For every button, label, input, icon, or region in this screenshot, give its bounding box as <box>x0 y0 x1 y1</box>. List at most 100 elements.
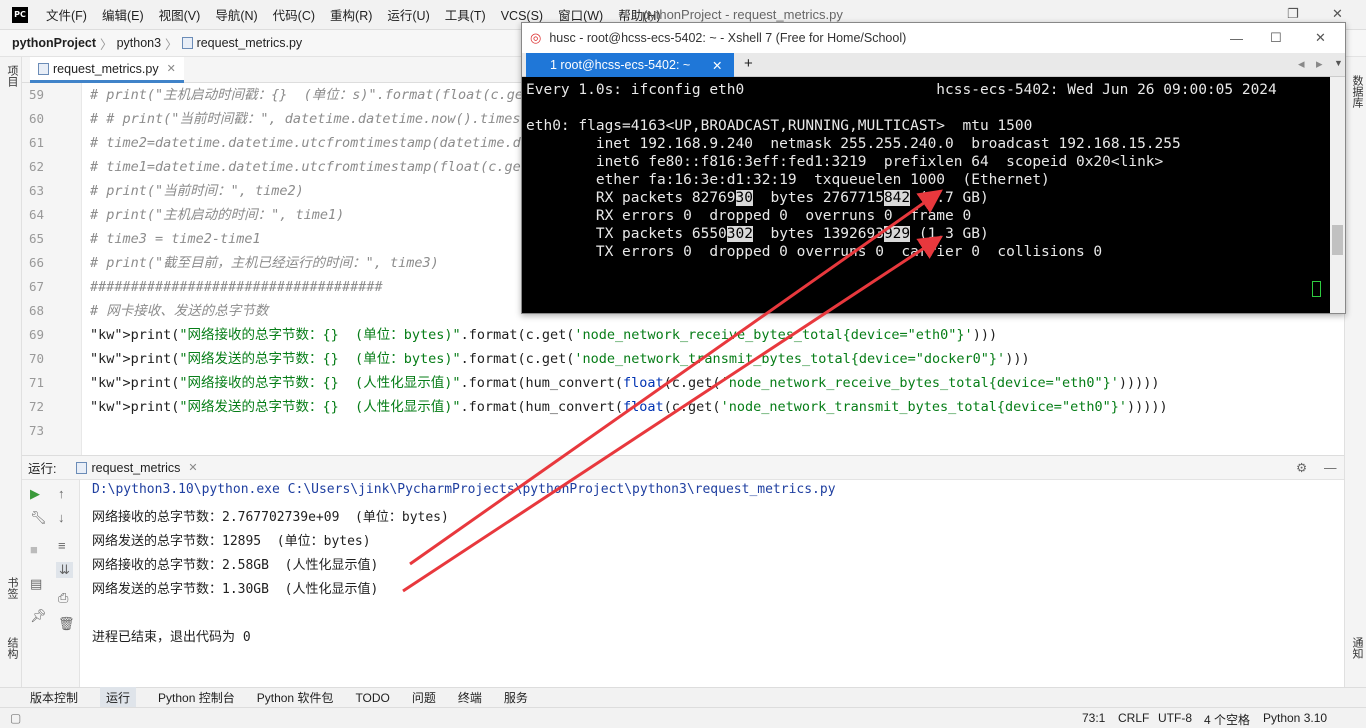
menu-item[interactable]: 视图(V) <box>159 9 201 23</box>
run-label: 运行: <box>28 462 57 476</box>
project-tool-tab[interactable]: 项目 <box>4 65 20 87</box>
trash-icon[interactable]: 🗑︎ <box>58 616 75 632</box>
up-arrow-icon[interactable]: ↑ <box>58 486 65 501</box>
tab-prev-icon[interactable]: ◂ <box>1298 56 1305 72</box>
run-config-tab[interactable]: request_metrics <box>91 461 180 475</box>
breadcrumb-folder[interactable]: python3 <box>117 36 161 50</box>
terminal-line: eth0: flags=4163<UP,BROADCAST,RUNNING,MU… <box>526 118 1033 134</box>
right-tool-strip: 数据库 通知 <box>1344 57 1366 687</box>
xshell-window[interactable]: ◎ husc - root@hcss-ecs-5402: ~ - Xshell … <box>521 22 1346 314</box>
bottom-tab[interactable]: 问题 <box>412 689 436 706</box>
xshell-tab-close-icon[interactable]: ✕ <box>712 58 722 73</box>
bottom-tab[interactable]: TODO <box>355 691 389 705</box>
code-line[interactable]: "kw">print("网络发送的总字节数：{} (单位：bytes)".for… <box>90 347 1030 371</box>
line-number: 59 <box>28 87 44 102</box>
window-title: pythonProject - request_metrics.py <box>642 7 843 22</box>
menu-item[interactable]: 文件(F) <box>46 9 87 23</box>
bottom-tab[interactable]: 服务 <box>504 689 528 706</box>
indent-setting[interactable]: 4 个空格 <box>1204 711 1250 728</box>
bookmarks-tool-tab[interactable]: 书签 <box>4 577 20 599</box>
rerun-icon[interactable]: ▶ <box>30 486 40 502</box>
structure-tool-tab[interactable]: 结构 <box>4 637 20 659</box>
menu-item[interactable]: 工具(T) <box>445 9 486 23</box>
terminal-line: TX errors 0 dropped 0 overruns 0 carrier… <box>526 244 1103 260</box>
bottom-tab[interactable]: 终端 <box>458 689 482 706</box>
terminal-line: RX packets 8276930 bytes 2767715842 (2.7… <box>526 190 989 206</box>
line-number: 71 <box>28 375 44 390</box>
database-tool-tab[interactable]: 数据库 <box>1349 75 1365 108</box>
print-icon[interactable]: ⎙ <box>58 590 68 606</box>
pycharm-logo-icon: PC <box>12 6 28 23</box>
code-line[interactable]: "kw">print("网络发送的总字节数：{} (人性化显示值)".forma… <box>90 395 1168 419</box>
menu-item[interactable]: VCS(S) <box>501 9 543 23</box>
code-line[interactable]: # print("主机启动的时间：", time1) <box>90 203 344 227</box>
code-line[interactable]: # print("当前时间：", time2) <box>90 179 304 203</box>
xshell-title: husc - root@hcss-ecs-5402: ~ - Xshell 7 … <box>549 31 907 45</box>
stop-icon[interactable]: ■ <box>30 542 38 557</box>
xshell-maximize-icon[interactable]: ☐ <box>1270 30 1282 46</box>
wrench-icon[interactable]: 🔧︎ <box>30 510 47 526</box>
interpreter[interactable]: Python 3.10 <box>1263 711 1327 725</box>
left-tool-strip: 项目 书签 结构 <box>0 57 22 687</box>
editor-tab[interactable]: request_metrics.py ✕ <box>30 57 184 83</box>
line-number: 73 <box>28 423 44 438</box>
line-separator[interactable]: CRLF <box>1118 711 1149 725</box>
python-file-icon <box>38 62 49 75</box>
close-tab-icon[interactable]: ✕ <box>167 62 176 75</box>
xshell-minimize-icon[interactable]: — <box>1230 31 1243 46</box>
menu-item[interactable]: 重构(R) <box>330 9 372 23</box>
pin-icon[interactable]: 📌︎ <box>30 608 47 624</box>
code-line[interactable]: "kw">print("网络接收的总字节数：{} (单位：bytes)".for… <box>90 323 997 347</box>
line-number: 61 <box>28 135 44 150</box>
xshell-close-icon[interactable]: ✕ <box>1315 30 1326 46</box>
xshell-tab-label: 1 root@hcss-ecs-5402: ~ <box>550 58 691 72</box>
new-tab-icon[interactable]: + <box>744 55 753 72</box>
close-run-tab-icon[interactable]: ✕ <box>188 461 197 474</box>
menu-item[interactable]: 编辑(E) <box>102 9 144 23</box>
terminal-scrollbar[interactable] <box>1330 77 1345 313</box>
bottom-tab[interactable]: 版本控制 <box>30 689 78 706</box>
editor-tab-label: request_metrics.py <box>53 61 159 76</box>
minimize-panel-icon[interactable]: — <box>1324 461 1337 475</box>
code-line[interactable]: # time3 = time2-time1 <box>90 227 261 251</box>
down-arrow-icon[interactable]: ↓ <box>58 510 65 525</box>
restore-icon[interactable]: ❐ <box>1287 6 1299 22</box>
scroll-to-end-icon[interactable]: ⇊ <box>56 562 73 578</box>
code-line[interactable]: # time2=datetime.datetime.utcfromtimesta… <box>90 131 594 155</box>
menu-item[interactable]: 导航(N) <box>215 9 257 23</box>
settings-icon[interactable]: ⚙ <box>1296 460 1307 475</box>
tab-next-icon[interactable]: ▸ <box>1316 56 1323 72</box>
breadcrumb-file[interactable]: request_metrics.py <box>197 36 303 50</box>
status-square-icon[interactable]: ▢ <box>10 711 21 725</box>
console-line: 网络发送的总字节数：1.30GB (人性化显示值) <box>92 582 379 597</box>
run-console[interactable]: D:\python3.10\python.exe C:\Users\jink\P… <box>82 480 1344 687</box>
bottom-tab[interactable]: Python 软件包 <box>257 689 334 706</box>
notifications-tool-tab[interactable]: 通知 <box>1349 637 1365 659</box>
menu-item[interactable]: 代码(C) <box>273 9 315 23</box>
layout-icon[interactable]: ▤ <box>30 576 42 592</box>
close-icon[interactable]: ✕ <box>1332 6 1343 22</box>
code-line[interactable]: # print("主机启动时间戳：{} (单位：s)".format(float… <box>90 83 539 107</box>
xshell-title-bar: ◎ husc - root@hcss-ecs-5402: ~ - Xshell … <box>522 23 1345 53</box>
terminal-line: TX packets 6550302 bytes 1392693929 (1.3… <box>526 226 989 242</box>
menu-item[interactable]: 窗口(W) <box>558 9 603 23</box>
console-line: 网络发送的总字节数：12895 (单位：bytes) <box>92 534 371 549</box>
bottom-tab[interactable]: Python 控制台 <box>158 689 235 706</box>
code-line[interactable]: "kw">print("网络接收的总字节数：{} (人性化显示值)".forma… <box>90 371 1160 395</box>
menu-item[interactable]: 运行(U) <box>387 9 429 23</box>
file-encoding[interactable]: UTF-8 <box>1158 711 1192 725</box>
code-line[interactable]: # 网卡接收、发送的总字节数 <box>90 299 268 323</box>
bottom-tab[interactable]: 运行 <box>100 687 137 708</box>
console-line: 网络接收的总字节数：2.767702739e+09 (单位：bytes) <box>92 510 449 525</box>
xshell-session-tab[interactable]: 1 root@hcss-ecs-5402: ~ ✕ <box>526 53 734 77</box>
line-number: 68 <box>28 303 44 318</box>
code-line[interactable]: #################################### <box>90 275 383 299</box>
code-line[interactable]: # print("截至目前，主机已经运行的时间：", time3) <box>90 251 439 275</box>
soft-wrap-icon[interactable]: ≡ <box>58 538 66 553</box>
caret-position[interactable]: 73:1 <box>1082 711 1105 725</box>
tab-menu-icon[interactable]: ▼ <box>1334 58 1343 68</box>
breadcrumb-project[interactable]: pythonProject <box>12 36 96 50</box>
terminal-output[interactable]: Every 1.0s: ifconfig eth0 hcss-ecs-5402:… <box>522 77 1330 313</box>
code-line[interactable]: # # print("当前时间戳：", datetime.datetime.no… <box>90 107 529 131</box>
console-line: D:\python3.10\python.exe C:\Users\jink\P… <box>92 482 836 497</box>
